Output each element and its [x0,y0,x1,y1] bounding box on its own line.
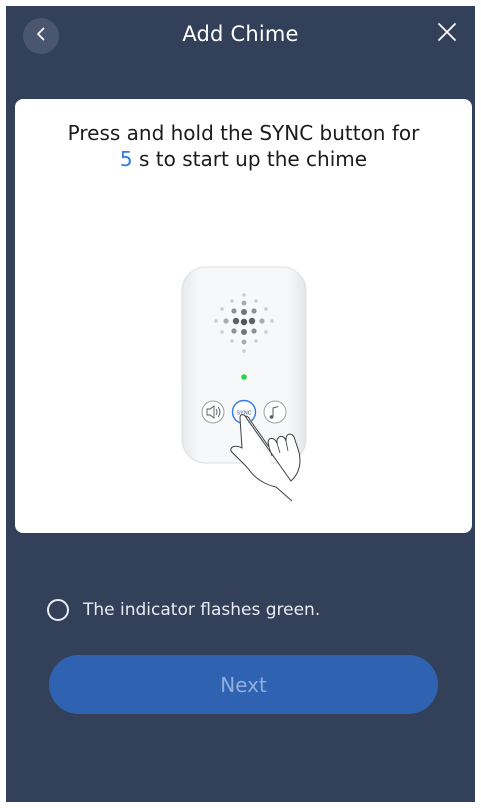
green-led-indicator [241,374,247,380]
next-button[interactable]: Next [49,655,438,714]
close-button[interactable] [433,20,461,48]
header: Add Chime [6,6,475,70]
instruction-after: s to start up the chime [132,147,368,171]
indicator-label: The indicator flashes green. [83,600,321,620]
instruction-before: Press and hold the SYNC button for [67,121,420,145]
volume-button [201,400,225,424]
chime-device-illustration: SYNC [181,266,307,502]
close-icon [437,22,457,46]
add-chime-screen: Add Chime Press and hold the SYNC button… [6,6,475,802]
instruction-seconds: 5 [119,147,133,171]
instruction-card: Press and hold the SYNC button for 5 s t… [15,99,472,533]
music-button [263,400,287,424]
indicator-confirm-row[interactable]: The indicator flashes green. [47,599,320,621]
indicator-radio[interactable] [47,599,69,621]
page-title: Add Chime [182,22,299,46]
instruction-text: Press and hold the SYNC button for 5 s t… [31,120,456,172]
